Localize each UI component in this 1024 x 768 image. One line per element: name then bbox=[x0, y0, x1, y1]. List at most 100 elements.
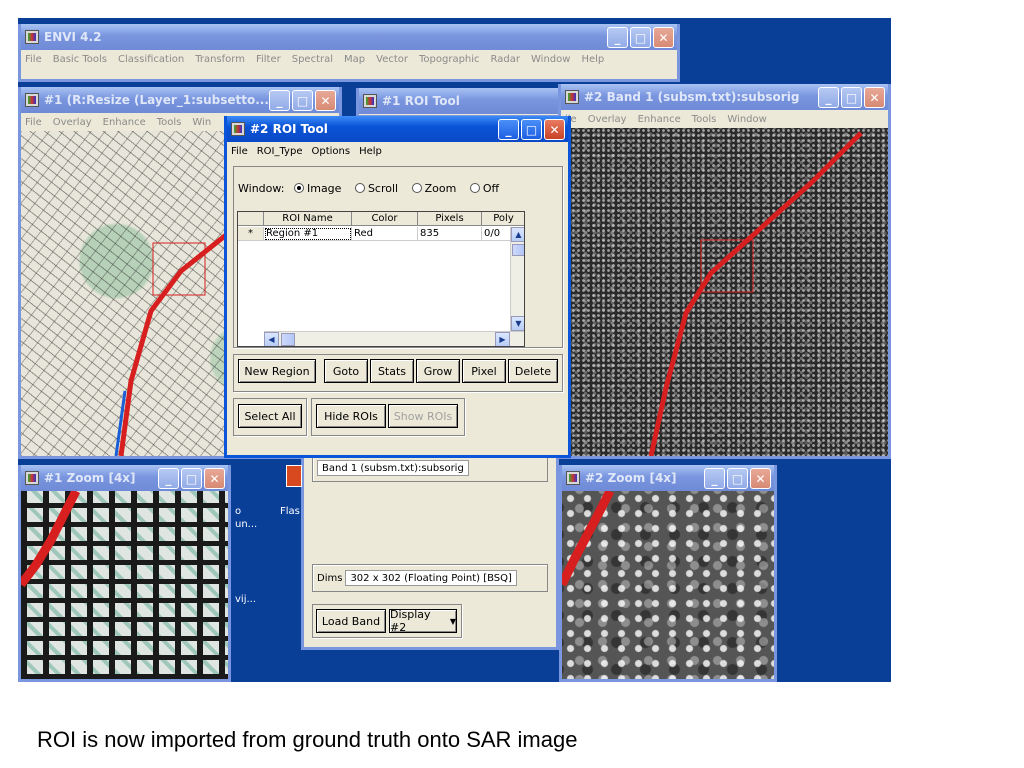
desktop-icon-label-vij[interactable]: vij... bbox=[235, 594, 256, 605]
show-rois-button[interactable]: Show ROIs bbox=[388, 404, 458, 428]
vertical-scrollbar[interactable]: ▲ ▼ bbox=[510, 227, 524, 331]
envi-app-icon bbox=[25, 30, 39, 44]
radio-off[interactable] bbox=[469, 183, 480, 193]
grow-button[interactable]: Grow bbox=[416, 359, 460, 383]
menu-classification[interactable]: Classification bbox=[118, 54, 184, 65]
pixel-button[interactable]: Pixel bbox=[462, 359, 506, 383]
desktop-icon-label-o[interactable]: o bbox=[235, 506, 241, 517]
menu-help[interactable]: Help bbox=[359, 146, 382, 157]
menu-file[interactable]: File bbox=[25, 54, 42, 65]
menu-file[interactable]: File bbox=[25, 117, 42, 128]
column-header-pixels[interactable]: Pixels bbox=[418, 212, 482, 226]
maximize-button[interactable]: □ bbox=[181, 468, 202, 489]
minimize-button[interactable]: _ bbox=[704, 468, 725, 489]
goto-button[interactable]: Goto bbox=[324, 359, 368, 383]
menu-options[interactable]: Options bbox=[311, 146, 350, 157]
zoom1-title-bar[interactable]: #1 Zoom [4x] _ □ ✕ bbox=[21, 465, 228, 491]
flash-app-icon[interactable] bbox=[286, 465, 302, 487]
display-select[interactable]: Display #2 ▼ bbox=[389, 608, 457, 634]
vertical-scroll-thumb[interactable] bbox=[512, 244, 524, 256]
load-band-button[interactable]: Load Band bbox=[316, 609, 386, 633]
horizontal-scroll-thumb[interactable] bbox=[281, 333, 295, 346]
display2-icon bbox=[565, 90, 579, 104]
menu-window[interactable]: Window bbox=[531, 54, 570, 65]
menu-spectral[interactable]: Spectral bbox=[292, 54, 333, 65]
menu-radar[interactable]: Radar bbox=[491, 54, 520, 65]
menu-filter[interactable]: Filter bbox=[256, 54, 281, 65]
display1-title-bar[interactable]: #1 (R:Resize (Layer_1:subsetto... _ □ ✕ bbox=[21, 87, 339, 113]
roi-tool2-window: #2 ROI Tool _ □ ✕ File ROI_Type Options … bbox=[224, 116, 571, 458]
delete-button[interactable]: Delete bbox=[508, 359, 558, 383]
menu-file[interactable]: File bbox=[231, 146, 248, 157]
roi-tool2-title-bar[interactable]: #2 ROI Tool _ □ ✕ bbox=[227, 116, 568, 142]
menu-overlay[interactable]: Overlay bbox=[53, 117, 92, 128]
close-button[interactable]: ✕ bbox=[315, 90, 336, 111]
minimize-button[interactable]: _ bbox=[498, 119, 519, 140]
new-region-button[interactable]: New Region bbox=[238, 359, 316, 383]
scroll-left-icon[interactable]: ◀ bbox=[264, 332, 279, 346]
menu-tools[interactable]: Tools bbox=[692, 114, 717, 125]
minimize-button[interactable]: _ bbox=[269, 90, 290, 111]
minimize-button[interactable]: _ bbox=[158, 468, 179, 489]
menu-transform[interactable]: Transform bbox=[195, 54, 245, 65]
display2-title-bar[interactable]: #2 Band 1 (subsm.txt):subsorig _ □ ✕ bbox=[561, 84, 888, 110]
display-select-value: Display #2 bbox=[390, 608, 431, 634]
scroll-up-icon[interactable]: ▲ bbox=[511, 227, 524, 242]
menu-enhance[interactable]: Enhance bbox=[638, 114, 681, 125]
horizontal-scrollbar[interactable]: ◀ ▶ bbox=[264, 331, 524, 346]
roi-color-cell[interactable]: Red bbox=[352, 227, 418, 241]
radio-zoom[interactable] bbox=[411, 183, 422, 193]
envi-title-bar[interactable]: ENVI 4.2 _ □ ✕ bbox=[21, 24, 677, 50]
zoom1-image[interactable] bbox=[21, 491, 228, 679]
radio-off-label: Off bbox=[482, 182, 500, 195]
minimize-button[interactable]: _ bbox=[818, 87, 839, 108]
menu-basic-tools[interactable]: Basic Tools bbox=[53, 54, 107, 65]
desktop: ENVI 4.2 _ □ ✕ File Basic Tools Classifi… bbox=[18, 18, 891, 682]
menu-help[interactable]: Help bbox=[581, 54, 604, 65]
scroll-down-icon[interactable]: ▼ bbox=[511, 316, 524, 331]
radio-image-label: Image bbox=[306, 182, 342, 195]
maximize-button[interactable]: □ bbox=[521, 119, 542, 140]
menu-roi-type[interactable]: ROI_Type bbox=[257, 146, 303, 157]
desktop-icon-label-flas[interactable]: Flas bbox=[280, 506, 300, 517]
menu-map[interactable]: Map bbox=[344, 54, 365, 65]
column-header-poly[interactable]: Poly bbox=[482, 212, 524, 226]
maximize-button[interactable]: □ bbox=[841, 87, 862, 108]
roi-table: ROI Name Color Pixels Poly * Region #1 R… bbox=[237, 211, 525, 347]
close-button[interactable]: ✕ bbox=[750, 468, 771, 489]
display2-image[interactable] bbox=[561, 128, 888, 456]
close-button[interactable]: ✕ bbox=[204, 468, 225, 489]
roi-tool1-title-bar[interactable]: #1 ROI Tool bbox=[359, 88, 583, 114]
radio-image[interactable] bbox=[293, 183, 304, 193]
menu-topographic[interactable]: Topographic bbox=[419, 54, 480, 65]
desktop-icon-label-un[interactable]: un... bbox=[235, 519, 257, 530]
zoom2-image[interactable] bbox=[562, 491, 774, 679]
column-header-color[interactable]: Color bbox=[352, 212, 418, 226]
envi-menubar: File Basic Tools Classification Transfor… bbox=[21, 50, 677, 68]
close-button[interactable]: ✕ bbox=[653, 27, 674, 48]
menu-enhance[interactable]: Enhance bbox=[103, 117, 146, 128]
maximize-button[interactable]: □ bbox=[292, 90, 313, 111]
window-label: Window: bbox=[238, 182, 285, 195]
zoom2-title-bar[interactable]: #2 Zoom [4x] _ □ ✕ bbox=[562, 465, 774, 491]
close-button[interactable]: ✕ bbox=[864, 87, 885, 108]
envi-title: ENVI 4.2 bbox=[44, 30, 102, 44]
column-header-roi-name[interactable]: ROI Name bbox=[264, 212, 352, 226]
menu-tools[interactable]: Tools bbox=[157, 117, 182, 128]
menu-window[interactable]: Win bbox=[192, 117, 211, 128]
menu-overlay[interactable]: Overlay bbox=[588, 114, 627, 125]
maximize-button[interactable]: □ bbox=[727, 468, 748, 489]
stats-button[interactable]: Stats bbox=[370, 359, 414, 383]
maximize-button[interactable]: □ bbox=[630, 27, 651, 48]
radio-scroll[interactable] bbox=[354, 183, 365, 193]
hide-rois-button[interactable]: Hide ROIs bbox=[316, 404, 386, 428]
roi-name-cell[interactable]: Region #1 bbox=[264, 227, 352, 241]
minimize-button[interactable]: _ bbox=[607, 27, 628, 48]
menu-window[interactable]: Window bbox=[727, 114, 766, 125]
row-marker: * bbox=[238, 227, 264, 241]
select-all-button[interactable]: Select All bbox=[238, 404, 302, 428]
menu-vector[interactable]: Vector bbox=[376, 54, 408, 65]
scroll-right-icon[interactable]: ▶ bbox=[495, 332, 510, 346]
close-button[interactable]: ✕ bbox=[544, 119, 565, 140]
zoom1-icon bbox=[25, 471, 39, 485]
